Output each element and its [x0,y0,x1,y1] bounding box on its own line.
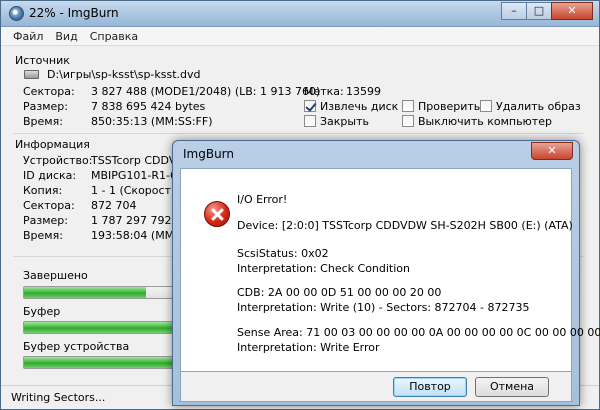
source-time-row: Время: 850:35:13 (MM:SS:FF) [23,115,213,128]
error-interpretation-1: Interpretation: Check Condition [237,262,411,275]
maximize-button[interactable]: □ [526,2,552,20]
info-device-label: Устройство: [23,154,93,167]
source-size-label: Размер: [23,100,68,113]
info-time-row: Время: 193:58:04 (MM:SS [23,229,192,242]
delete-image-box-icon[interactable] [480,100,492,112]
done-progress-fill [24,287,146,298]
status-text: Writing Sectors... [11,391,106,404]
eject-label: Извлечь диск [320,100,399,113]
info-device-row: Устройство:TSSTcorp CDDVD [23,154,185,167]
menu-view[interactable]: Вид [49,27,83,45]
source-sectors-value: 3 827 488 (MODE1/2048) (LB: 1 913 760) [91,85,321,98]
close-button[interactable]: ✕ [551,2,593,20]
info-sectors-label: Сектора: [23,199,75,212]
info-copy-label: Копия: [23,184,63,197]
shutdown-label: Выключить компьютер [418,115,552,128]
source-sectors-label: Сектора: [23,85,75,98]
label-value: 13599 [346,85,381,98]
error-sense-area: Sense Area: 71 00 03 00 00 00 00 0A 00 0… [237,326,600,339]
error-cdb: CDB: 2A 00 00 0D 51 00 00 00 20 00 [237,286,442,299]
error-interpretation-3: Interpretation: Write Error [237,341,380,354]
error-scsi-status: ScsiStatus: 0x02 [237,247,329,260]
error-device: Device: [2:0:0] TSSTcorp CDDVDW SH-S202H… [237,219,573,232]
menu-file[interactable]: Файл [7,27,49,45]
done-label: Завершено [23,269,88,282]
menu-help[interactable]: Справка [84,27,144,45]
verify-label: Проверить [418,100,481,113]
source-size-row: Размер: 7 838 695 424 bytes [23,100,205,113]
eject-checkbox[interactable]: Извлечь диск [304,100,398,113]
info-sectors-value: 872 704 [91,199,137,212]
verify-checkbox[interactable]: Проверить [402,100,480,113]
imgburn-app-icon [9,6,24,21]
source-heading: Источник [15,54,70,67]
info-discid-row: ID диска: MBIPG101-R1-65 [23,169,184,182]
dialog-title: ImgBurn [183,147,235,161]
close-label: Закрыть [320,115,369,128]
title-bar[interactable]: 22% - ImgBurn – □ ✕ [1,1,599,27]
label-row: Метка: 13599 [304,85,381,98]
divider [13,133,583,134]
error-icon [204,201,230,227]
info-device-value: TSSTcorp CDDVD [91,154,185,167]
minimize-button[interactable]: – [501,2,527,20]
source-path: D:\игры\sp-ksst\sp-ksst.dvd [47,68,201,81]
verify-box-icon[interactable] [402,100,414,112]
dialog-body: I/O Error! Device: [2:0:0] TSSTcorp CDDV… [180,168,600,372]
dialog-footer: Повтор Отмена [180,372,572,402]
window-controls: – □ ✕ [501,2,593,22]
info-copy-row: Копия: 1 - 1 (Скорость з [23,184,187,197]
error-title: I/O Error! [237,193,288,206]
retry-button[interactable]: Повтор [393,377,467,397]
error-dialog: ImgBurn ✕ I/O Error! Device: [2:0:0] TSS… [172,140,600,406]
error-interpretation-2: Interpretation: Write (10) - Sectors: 87… [237,301,530,314]
dialog-close-button[interactable]: ✕ [531,142,573,160]
info-discid-label: ID диска: [23,169,77,182]
window-title: 22% - ImgBurn [29,6,119,20]
delete-image-checkbox[interactable]: Удалить образ [480,100,581,113]
buffer-label: Буфер [23,305,61,318]
close-checkbox[interactable]: Закрыть [304,115,369,128]
info-time-label: Время: [23,229,63,242]
eject-check-icon[interactable] [304,100,316,112]
drive-icon [24,70,39,79]
close-box-icon[interactable] [304,115,316,127]
source-time-label: Время: [23,115,63,128]
shutdown-box-icon[interactable] [402,115,414,127]
info-size-label: Размер: [23,214,68,227]
delete-image-label: Удалить образ [496,100,581,113]
source-sectors-row: Сектора: 3 827 488 (MODE1/2048) (LB: 1 91… [23,85,320,98]
device-buffer-label: Буфер устройства [23,340,130,353]
menu-bar: Файл Вид Справка [1,27,599,46]
info-discid-value: MBIPG101-R1-65 [91,169,185,182]
source-size-value: 7 838 695 424 bytes [91,100,206,113]
cancel-button[interactable]: Отмена [475,377,549,397]
info-heading: Информация [15,138,90,151]
source-time-value: 850:35:13 (MM:SS:FF) [91,115,213,128]
label-label: Метка: [304,85,344,98]
info-sectors-row: Сектора: 872 704 [23,199,137,212]
shutdown-checkbox[interactable]: Выключить компьютер [402,115,552,128]
